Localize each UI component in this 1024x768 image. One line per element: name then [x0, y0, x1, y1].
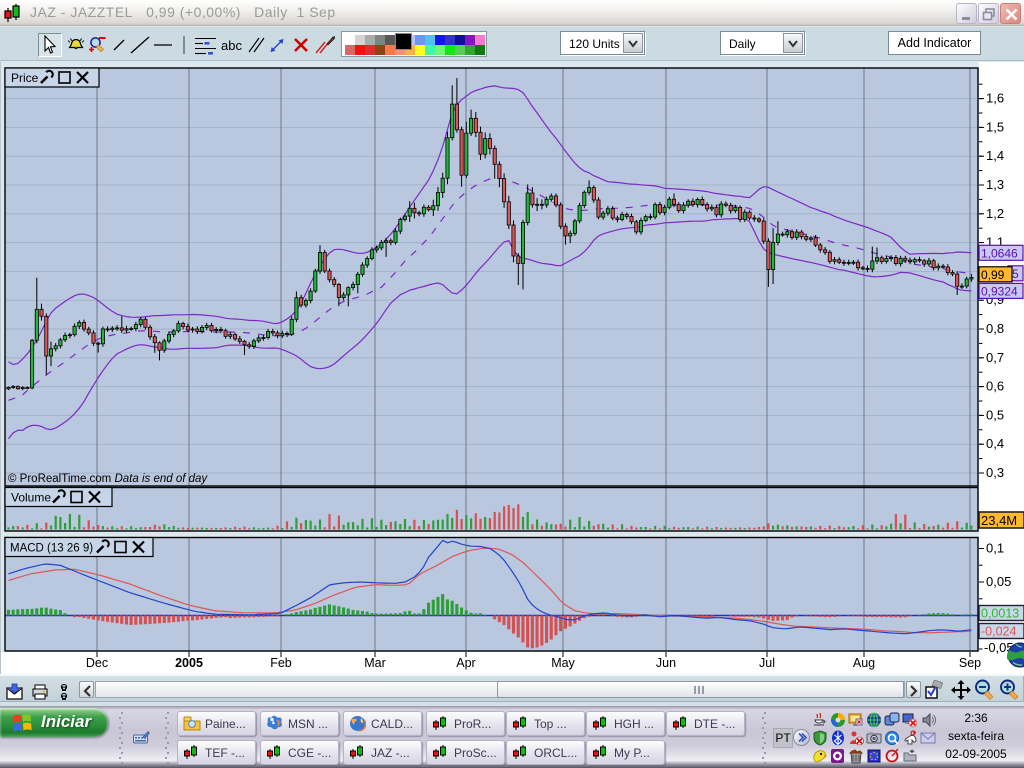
svg-text:Volume: Volume [11, 491, 51, 505]
svg-text:1,4: 1,4 [986, 148, 1004, 163]
svg-text:0,99: 0,99 [981, 268, 1005, 282]
svg-text:Sep: Sep [959, 656, 981, 670]
svg-text:1,2: 1,2 [986, 206, 1004, 221]
svg-text:1,3: 1,3 [986, 177, 1004, 192]
svg-text:-0,024: -0,024 [981, 625, 1016, 639]
svg-text:Jul: Jul [759, 656, 775, 670]
svg-text:1,6: 1,6 [986, 91, 1004, 106]
svg-text:Price: Price [11, 71, 39, 85]
svg-text:0,05: 0,05 [986, 574, 1011, 589]
svg-text:1,5: 1,5 [986, 119, 1004, 134]
svg-text:May: May [551, 656, 575, 670]
svg-text:0,5: 0,5 [986, 407, 1004, 422]
svg-text:5: 5 [1012, 267, 1019, 281]
svg-text:Jun: Jun [656, 656, 676, 670]
svg-text:© ProRealTime.com Data is end: © ProRealTime.com Data is end of day [8, 473, 208, 485]
svg-text:Feb: Feb [270, 656, 292, 670]
svg-text:23,4M: 23,4M [981, 513, 1017, 528]
svg-text:Dec: Dec [86, 656, 108, 670]
svg-text:Apr: Apr [456, 656, 475, 670]
svg-text:MACD (13 26 9): MACD (13 26 9) [10, 543, 93, 555]
svg-text:0,3: 0,3 [986, 465, 1004, 480]
svg-text:1,0646: 1,0646 [981, 246, 1018, 260]
svg-text:0,8: 0,8 [986, 321, 1004, 336]
svg-text:0,7: 0,7 [986, 350, 1004, 365]
svg-text:Aug: Aug [853, 656, 875, 670]
svg-text:0,9324: 0,9324 [981, 284, 1018, 298]
svg-text:Mar: Mar [364, 656, 386, 670]
svg-text:0,1: 0,1 [986, 541, 1004, 556]
svg-text:0,4: 0,4 [986, 436, 1004, 451]
svg-text:2005: 2005 [175, 656, 203, 670]
svg-text:0,0013: 0,0013 [981, 607, 1019, 621]
svg-text:abc: abc [221, 38, 242, 53]
svg-text:0,6: 0,6 [986, 379, 1004, 394]
